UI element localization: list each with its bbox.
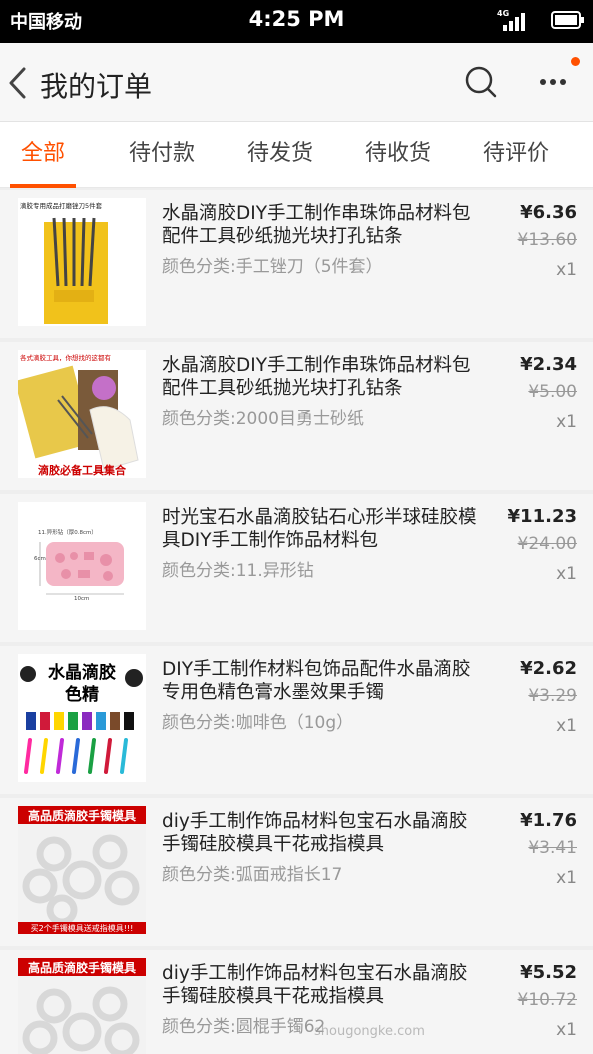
product-thumbnail: 高品质滴胶手镯模具 (18, 958, 146, 1054)
price: ¥5.52 (520, 962, 577, 983)
original-price: ¥3.41 (528, 838, 577, 858)
watermark: shougongke.com (314, 1024, 425, 1039)
quantity: x1 (556, 564, 577, 584)
order-item[interactable]: 滴胶专用成品打磨锉刀5件套 水晶滴胶DIY手工制作串珠饰品材料包配件工具砂纸抛光… (0, 190, 593, 338)
order-item[interactable]: 11.异形钻（厚0.8cm） 6cm 10cm 时光宝石水晶滴胶钻石心形半球硅胶… (0, 494, 593, 642)
thumbnail-dimension-bottom: 10cm (74, 596, 90, 602)
original-price: ¥5.00 (528, 382, 577, 402)
tab-all[interactable]: 全部 (0, 122, 86, 188)
thumbnail-dimension-side: 6cm (34, 556, 46, 562)
product-thumbnail: 滴胶专用成品打磨锉刀5件套 (18, 198, 146, 326)
original-price: ¥24.00 (517, 534, 577, 554)
price: ¥11.23 (507, 506, 577, 527)
status-icons: 4G (495, 9, 585, 33)
product-thumbnail: 水晶滴胶 色精 (18, 654, 146, 782)
order-item[interactable]: 高品质滴胶手镯模具 买2个手镯模具送戒指模具!!! diy手工制作饰品材料包宝石… (0, 798, 593, 946)
status-bar: 中国移动 4:25 PM 4G (0, 0, 593, 43)
product-spec: 颜色分类:2000目勇士砂纸 (162, 409, 364, 429)
thumbnail-caption-bottom: 色精 (65, 685, 99, 705)
price: ¥6.36 (520, 202, 577, 223)
original-price: ¥3.29 (528, 686, 577, 706)
thumbnail-caption: 11.异形钻（厚0.8cm） (38, 530, 97, 536)
product-spec: 颜色分类:咖啡色（10g） (162, 713, 354, 733)
tab-pending-review[interactable]: 待评价 (474, 122, 558, 188)
search-icon[interactable] (464, 65, 498, 99)
product-title: 水晶滴胶DIY手工制作串珠饰品材料包配件工具砂纸抛光块打孔钻条 (162, 203, 471, 247)
thumbnail-caption: 高品质滴胶手镯模具 (27, 809, 136, 823)
thumbnail-caption-bottom: 滴胶必备工具集合 (38, 464, 126, 477)
product-thumbnail: 各式滴胶工具，你想找的这都有 滴胶必备工具集合 (18, 350, 146, 478)
product-title: DIY手工制作材料包饰品配件水晶滴胶专用色精色膏水墨效果手镯 (162, 659, 471, 703)
product-thumbnail: 高品质滴胶手镯模具 买2个手镯模具送戒指模具!!! (18, 806, 146, 934)
product-spec: 颜色分类:手工锉刀（5件套） (162, 257, 383, 277)
quantity: x1 (556, 868, 577, 888)
tab-pending-receipt[interactable]: 待收货 (356, 122, 440, 188)
notification-dot (571, 57, 580, 66)
product-spec: 颜色分类:11.异形钻 (162, 561, 314, 581)
quantity: x1 (556, 412, 577, 432)
original-price: ¥13.60 (517, 230, 577, 250)
price: ¥2.62 (520, 658, 577, 679)
order-tabs: 全部 待付款 待发货 待收货 待评价 (0, 122, 593, 188)
order-item[interactable]: 水晶滴胶 色精 DIY手工制作材料包饰品配件水晶滴胶专用色精色膏水墨效果手镯 颜… (0, 646, 593, 794)
nav-bar: 我的订单 (0, 43, 593, 122)
original-price: ¥10.72 (517, 990, 577, 1010)
signal-icon (503, 13, 525, 31)
order-item[interactable]: 高品质滴胶手镯模具 diy手工制作饰品材料包宝石水晶滴胶手镯硅胶模具干花戒指模具… (0, 950, 593, 1054)
product-thumbnail: 11.异形钻（厚0.8cm） 6cm 10cm (18, 502, 146, 630)
page-title: 我的订单 (40, 70, 153, 103)
more-icon[interactable] (536, 67, 570, 97)
product-spec: 颜色分类:弧面戒指长17 (162, 865, 343, 885)
tab-pending-shipment[interactable]: 待发货 (238, 122, 322, 188)
product-title: 水晶滴胶DIY手工制作串珠饰品材料包配件工具砂纸抛光块打孔钻条 (162, 355, 471, 399)
tab-pending-payment[interactable]: 待付款 (120, 122, 204, 188)
quantity: x1 (556, 716, 577, 736)
price: ¥2.34 (520, 354, 577, 375)
price: ¥1.76 (520, 810, 577, 831)
product-title: diy手工制作饰品材料包宝石水晶滴胶手镯硅胶模具干花戒指模具 (162, 963, 468, 1007)
product-title: 时光宝石水晶滴胶钻石心形半球硅胶模具DIY手工制作饰品材料包 (162, 507, 477, 551)
battery-icon (551, 11, 584, 29)
product-title: diy手工制作饰品材料包宝石水晶滴胶手镯硅胶模具干花戒指模具 (162, 811, 468, 855)
thumbnail-caption: 滴胶专用成品打磨锉刀5件套 (20, 202, 103, 210)
thumbnail-caption: 各式滴胶工具，你想找的这都有 (20, 354, 111, 362)
thumbnail-caption: 高品质滴胶手镯模具 (27, 961, 136, 975)
quantity: x1 (556, 1020, 577, 1040)
thumbnail-caption-bottom: 买2个手镯模具送戒指模具!!! (30, 924, 134, 933)
order-item[interactable]: 各式滴胶工具，你想找的这都有 滴胶必备工具集合 水晶滴胶DIY手工制作串珠饰品材… (0, 342, 593, 490)
back-chevron-icon[interactable] (6, 65, 30, 101)
quantity: x1 (556, 260, 577, 280)
